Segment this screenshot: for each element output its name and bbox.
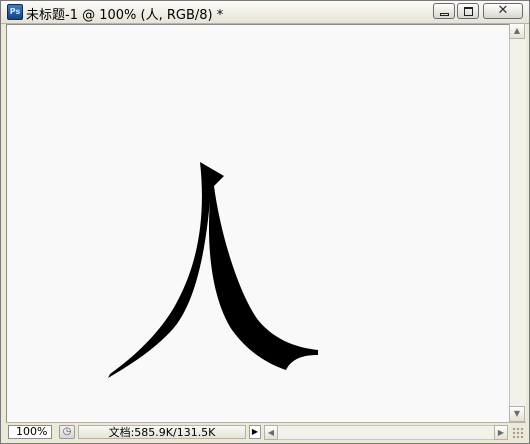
horizontal-scrollbar[interactable]: ◀ ▶ [264, 425, 508, 440]
status-bar: 100% ◷ 文档:585.9K/131.5K ▶ ◀ ▶ [6, 422, 526, 441]
resize-grip[interactable] [512, 427, 524, 439]
minimize-button[interactable] [433, 3, 455, 19]
scroll-down-button[interactable]: ▼ [509, 406, 525, 422]
document-canvas[interactable] [6, 24, 509, 422]
zoom-level-field[interactable]: 100% [8, 425, 52, 439]
maximize-icon [464, 7, 473, 16]
close-icon: ✕ [497, 3, 509, 18]
status-menu-arrow-button[interactable]: ▶ [249, 425, 261, 439]
maximize-button[interactable] [457, 3, 479, 19]
photoshop-app-icon[interactable]: Ps [7, 4, 23, 20]
scroll-left-button[interactable]: ◀ [264, 425, 278, 440]
ren-character-glyph[interactable] [102, 160, 322, 380]
scroll-up-button[interactable]: ▲ [509, 23, 525, 39]
document-size-info: 文档:585.9K/131.5K [78, 425, 246, 439]
document-window: Ps 未标题-1 @ 100% (人, RGB/8) * ✕ ▲ ▼ 100% … [0, 0, 530, 444]
status-info-icon[interactable]: ◷ [59, 425, 75, 439]
vertical-scrollbar[interactable]: ▲ ▼ [509, 23, 526, 422]
minimize-icon [440, 13, 449, 16]
window-controls: ✕ [433, 3, 523, 20]
close-button[interactable]: ✕ [483, 3, 523, 19]
scroll-right-button[interactable]: ▶ [494, 425, 508, 440]
title-bar[interactable]: Ps 未标题-1 @ 100% (人, RGB/8) * ✕ [1, 1, 529, 24]
window-title: 未标题-1 @ 100% (人, RGB/8) * [26, 8, 224, 23]
